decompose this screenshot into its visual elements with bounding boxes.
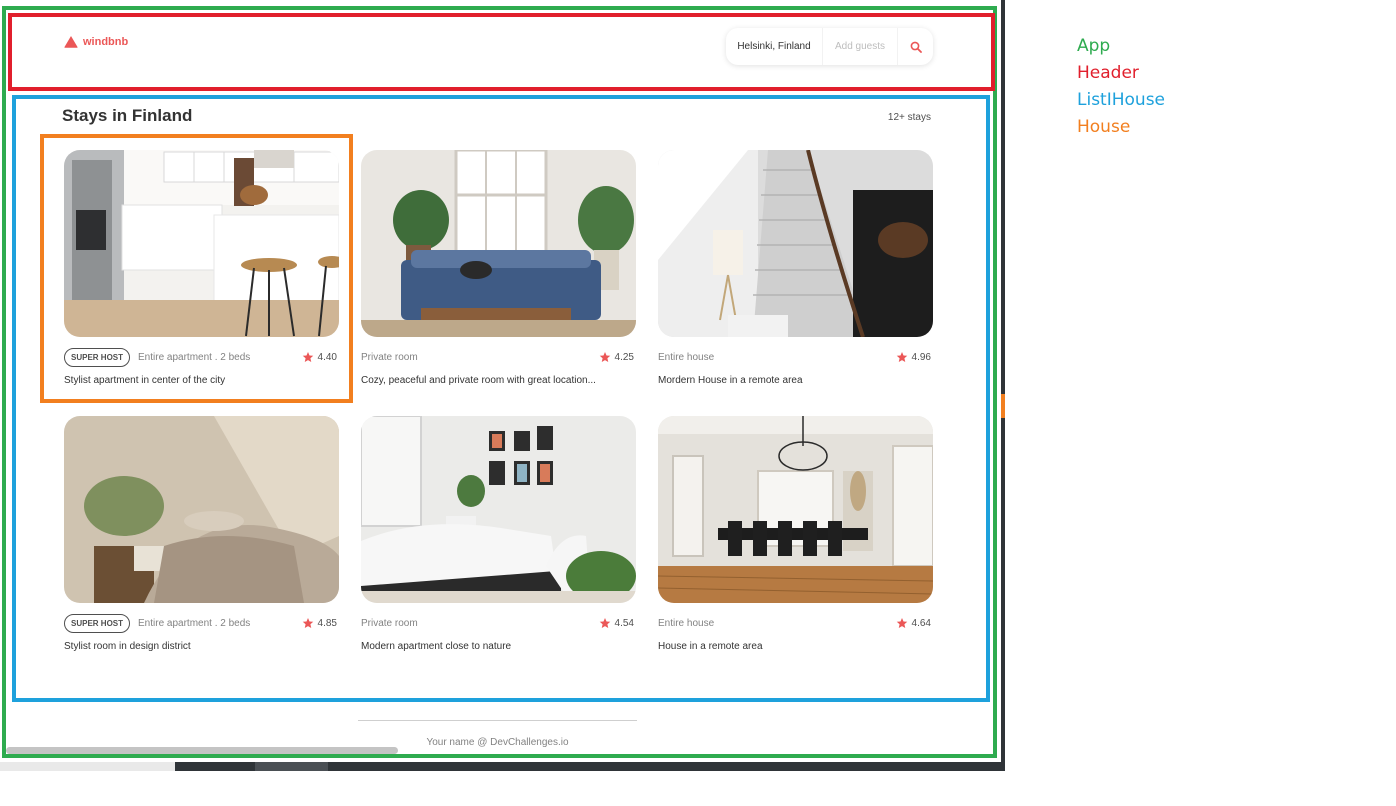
legend-header: Header xyxy=(1077,63,1139,83)
app-page: windbnb Helsinki, Finland Add guests Sta… xyxy=(0,0,1001,762)
edge-marker xyxy=(1001,394,1005,418)
header-annotation-box xyxy=(8,13,995,91)
component-legend: App Header ListIHouse House xyxy=(1077,33,1165,141)
house-annotation-box xyxy=(40,134,353,403)
legend-house: House xyxy=(1077,117,1131,137)
screenshot-stage: windbnb Helsinki, Finland Add guests Sta… xyxy=(0,0,1396,806)
legend-list: ListIHouse xyxy=(1077,90,1166,110)
bottom-strip xyxy=(0,762,175,771)
bottom-strip-tab xyxy=(255,762,328,771)
legend-app: App xyxy=(1077,36,1111,56)
